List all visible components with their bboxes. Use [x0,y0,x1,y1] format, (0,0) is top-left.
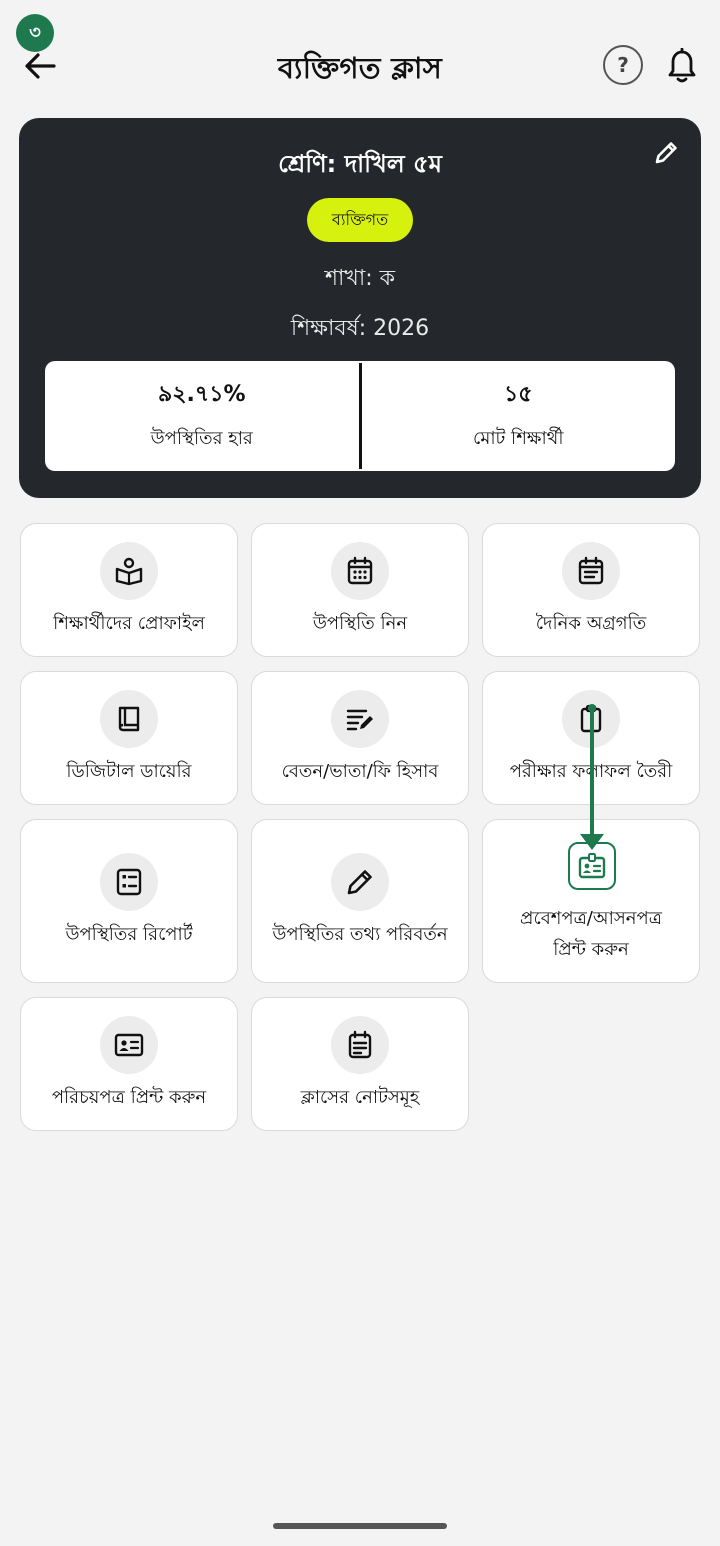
tile-fee-accounts[interactable]: বেতন/ভাতা/ফি হিসাব [251,671,469,805]
attendance-rate-stat: ৯২.৭১% উপস্থিতির হার [45,361,359,471]
stat-label: উপস্থিতির হার [150,428,253,449]
tile-label: পরিচয়পত্র প্রিন্ট করুন [51,1087,207,1108]
pencil-icon [331,853,389,911]
clipboard-icon [562,690,620,748]
help-button[interactable]: ? [603,45,643,85]
tile-label: শিক্ষার্থীদের প্রোফাইল [53,613,205,634]
question-icon: ? [617,53,629,77]
tile-label-line1: প্রবেশপত্র/আসনপত্র [520,908,662,929]
stat-value: ১৫ [503,382,533,407]
tile-label: দৈনিক অগ্রগতি [535,613,647,634]
class-info-card: শ্রেণি: দাখিল ৫ম ব্যক্তিগত শাখা: ক শিক্ষ… [19,118,701,498]
home-indicator [273,1523,447,1529]
tile-student-profiles[interactable]: শিক্ষার্থীদের প্রোফাইল [20,523,238,657]
total-students-stat: ১৫ মোট শিক্ষার্থী [362,361,676,471]
stat-label: মোট শিক্ষার্থী [473,428,564,449]
bell-icon [668,48,696,83]
tile-edit-attendance[interactable]: উপস্থিতির তথ্য পরিবর্তন [251,819,469,983]
tile-label-line2: প্রিন্ট করুন [553,939,629,960]
tile-exam-results[interactable]: পরীক্ষার ফলাফল তৈরী [482,671,700,805]
book-icon [100,690,158,748]
top-bar: ব্যক্তিগত ক্লাস ? [0,0,720,120]
tile-label: বেতন/ভাতা/ফি হিসাব [281,761,439,782]
calendar-icon [331,542,389,600]
tile-label: উপস্থিতির তথ্য পরিবর্তন [272,924,448,945]
tile-label: ক্লাসের নোটসমূহ [300,1087,420,1108]
tile-attendance-report[interactable]: উপস্থিতির রিপোর্ট [20,819,238,983]
session-text: শিক্ষাবর্ষ: 2026 [290,316,430,341]
id-badge-icon [568,842,616,890]
tile-digital-diary[interactable]: ডিজিটাল ডায়েরি [20,671,238,805]
stats-panel: ৯২.৭১% উপস্থিতির হার ১৫ মোট শিক্ষার্থী [45,361,675,471]
class-type-badge: ব্যক্তিগত [307,198,413,242]
tile-take-attendance[interactable]: উপস্থিতি নিন [251,523,469,657]
tile-daily-progress[interactable]: দৈনিক অগ্রগতি [482,523,700,657]
stat-value: ৯২.৭১% [157,382,246,407]
edit-class-button[interactable] [651,138,681,168]
tile-label: উপস্থিতির রিপোর্ট [65,924,193,945]
book-reader-icon [100,542,158,600]
pencil-edit-icon [655,142,677,164]
edit-note-icon [331,690,389,748]
notes-icon [331,1016,389,1074]
tile-label: ডিজিটাল ডায়েরি [66,761,192,782]
tile-label: পরীক্ষার ফলাফল তৈরী [509,761,673,782]
class-name: শ্রেণি: দাখিল ৫ম [278,150,442,178]
tile-print-id-card[interactable]: পরিচয়পত্র প্রিন্ট করুন [20,997,238,1131]
section-text: শাখা: ক [324,266,396,291]
calendar-notes-icon [562,542,620,600]
id-card-icon [100,1016,158,1074]
tile-label: উপস্থিতি নিন [312,613,408,634]
list-report-icon [100,853,158,911]
tile-class-notes[interactable]: ক্লাসের নোটসমূহ [251,997,469,1131]
tile-print-admit-card[interactable]: প্রবেশপত্র/আসনপত্র প্রিন্ট করুন [482,819,700,983]
notification-button[interactable] [662,44,702,88]
